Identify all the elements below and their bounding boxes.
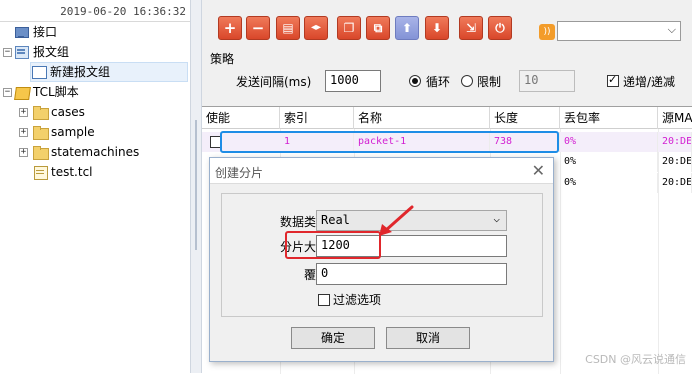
message-group-icon [14,45,30,59]
annotation-arrow-icon [379,205,414,236]
tree-item-label: test.tcl [51,165,93,179]
tree-item-new-message-group[interactable]: 新建报文组 [30,62,188,82]
folder-icon [32,105,49,120]
create-fragment-dialog: 创建分片 ✕ 数据类型 Real ⌵ 分片大小 1200 覆盖 0 过滤选项 确… [209,157,554,362]
tree-item-label: statemachines [51,145,140,159]
filter-label: 过滤选项 [333,293,382,307]
close-icon[interactable]: ✕ [532,161,545,180]
limit-input[interactable]: 10 [519,70,575,92]
copy-button[interactable]: ❐ [337,16,361,40]
move-up-button[interactable]: ⬆ [395,16,419,40]
tree-item-label: 报文组 [33,45,70,59]
limit-radio[interactable] [461,75,473,87]
tree-item-sample[interactable]: sample [32,122,95,142]
cover-input[interactable]: 0 [316,263,507,285]
strategy-title: 策略 [210,52,235,66]
type-select-value: Real [321,213,350,227]
table-header: 使能 索引 名称 长度 丢包率 源MAC [202,107,692,129]
chevron-down-icon: ⌵ [667,23,676,36]
expand-toggle[interactable]: + [19,128,28,137]
cell-src-mac: 20:DE [658,173,692,193]
interface-icon [14,25,30,39]
file-icon [32,165,48,180]
script-icon [14,85,30,99]
collapse-toggle[interactable]: − [3,48,12,57]
column-header[interactable]: 长度 [490,107,560,129]
tree-item-statemachines[interactable]: statemachines [32,142,139,162]
tree-item-label: cases [51,105,85,119]
annotation-box [285,231,381,259]
cell-src-mac: 20:DE [658,132,692,152]
tree-panel: 2019-06-20 16:36:32 接口 − 报文组 新建报文组 − TCL… [0,0,190,373]
folder-icon [32,125,49,140]
import-button[interactable]: ⇲ [459,16,483,40]
loop-label: 循环 [426,75,451,89]
tree-item-tcl-scripts[interactable]: TCL脚本 [14,82,79,102]
split-button[interactable]: ◂▸ [304,16,328,40]
document-icon [31,65,47,79]
column-header[interactable]: 使能 [202,107,280,129]
rss-icon[interactable]: )) [539,24,555,40]
remove-button[interactable]: − [246,16,270,40]
expand-toggle[interactable]: + [19,148,28,157]
chevron-down-icon: ⌵ [493,212,500,225]
cell-loss: 0% [560,152,658,172]
dialog-title: 创建分片 [215,166,264,180]
tree-item-label: 新建报文组 [50,65,111,79]
splitter-grip[interactable] [195,120,197,250]
strategy-row: 发送间隔(ms) 1000 循环 限制 10 递增/递减 [206,70,690,92]
ok-button[interactable]: 确定 [291,327,375,349]
collapse-toggle[interactable]: − [3,88,12,97]
cell-loss: 0% [560,132,658,152]
loop-radio[interactable] [409,75,421,87]
tree-item-message-group[interactable]: 报文组 [14,42,69,62]
limit-label: 限制 [477,75,502,89]
cell-loss: 0% [560,173,658,193]
move-down-button[interactable]: ⬇ [425,16,449,40]
tree-item-label: sample [51,125,95,139]
column-header[interactable]: 名称 [354,107,490,129]
interval-label: 发送间隔(ms) [236,75,312,89]
column-header[interactable]: 索引 [280,107,354,129]
interval-input[interactable]: 1000 [325,70,381,92]
watermark: CSDN @风云说通信 [585,353,686,366]
dialog-titlebar[interactable]: 创建分片 ✕ [210,158,553,184]
cancel-button[interactable]: 取消 [386,327,470,349]
tree-item-label: TCL脚本 [33,85,79,99]
tree-item-cases[interactable]: cases [32,102,85,122]
toolbar: + − ▤ ◂▸ ❐ ⧉ ⬆ ⬇ ⇲ ⏻ )) ⌵ [202,0,692,48]
cell-src-mac: 20:DE [658,152,692,172]
paste-button[interactable]: ⧉ [366,16,390,40]
expand-toggle[interactable]: + [19,108,28,117]
tree-item-test-tcl[interactable]: test.tcl [32,162,93,182]
tree-item-label: 接口 [33,25,58,39]
strategy-section: 策略 发送间隔(ms) 1000 循环 限制 10 递增/递减 [206,50,690,98]
incdec-label: 递增/递减 [623,75,676,89]
selected-row-highlight [220,131,559,153]
toolbar-dropdown[interactable]: ⌵ [557,21,681,41]
panel-splitter[interactable] [190,0,202,373]
column-header[interactable]: 源MAC [658,107,692,129]
add-button[interactable]: + [218,16,242,40]
incdec-checkbox[interactable] [607,73,619,87]
edit-button[interactable]: ▤ [276,16,300,40]
tree-item-interface[interactable]: 接口 [14,22,57,42]
column-header[interactable]: 丢包率 [560,107,658,129]
power-button[interactable]: ⏻ [488,16,512,40]
filter-checkbox[interactable] [318,294,330,306]
folder-icon [32,145,49,160]
timestamp: 2019-06-20 16:36:32 [0,4,190,22]
